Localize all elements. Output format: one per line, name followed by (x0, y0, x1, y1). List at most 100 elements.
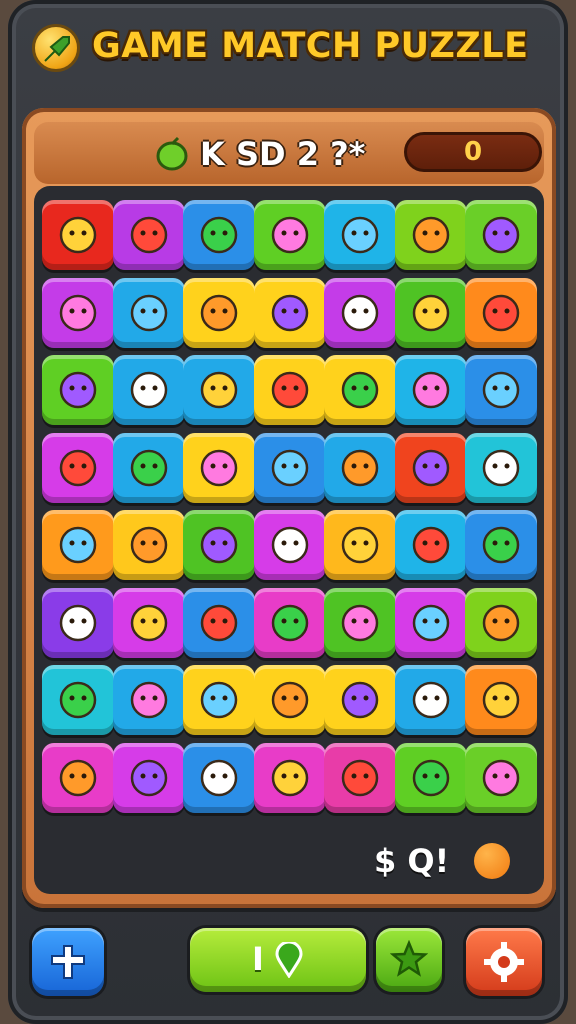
red-drop-icon (59, 759, 97, 796)
arrow-gem-icon (412, 449, 449, 486)
tile[interactable] (253, 742, 326, 813)
tile[interactable] (465, 432, 537, 503)
tile[interactable] (112, 510, 185, 580)
play-button-label: I (252, 940, 264, 978)
tile[interactable] (324, 587, 396, 658)
leaf-icon (156, 136, 188, 171)
cat-face-icon (59, 371, 97, 409)
tile[interactable] (183, 355, 255, 425)
purple-blob-icon (271, 371, 308, 409)
chat-bubble-icon (271, 526, 308, 564)
tile[interactable] (42, 355, 114, 425)
tile[interactable] (183, 432, 255, 503)
header: GAME MATCH PUZZLE (28, 18, 548, 78)
tile[interactable] (183, 277, 255, 348)
triangle-gem-icon (412, 294, 449, 331)
teal-drop-icon (59, 604, 97, 641)
cross-plus-icon (51, 945, 85, 979)
tile[interactable] (183, 665, 255, 735)
tile[interactable] (465, 355, 537, 425)
pepper-icon (341, 604, 379, 641)
bubble-icon (271, 294, 308, 331)
flame-icon (482, 294, 520, 331)
tile[interactable] (253, 277, 326, 348)
hedgehog-icon (482, 216, 520, 254)
tile[interactable] (183, 510, 255, 580)
piece-button[interactable] (32, 928, 104, 996)
tile[interactable] (394, 665, 467, 735)
settings-button[interactable] (466, 928, 542, 996)
tile[interactable] (42, 200, 114, 270)
potion-icon (200, 294, 238, 331)
tile[interactable] (394, 742, 467, 813)
tile[interactable] (42, 587, 114, 658)
tile[interactable] (324, 665, 396, 735)
tile[interactable] (112, 587, 185, 658)
tile[interactable] (42, 277, 114, 348)
pizza-slice-icon (412, 371, 449, 409)
heart-fruit-icon (341, 449, 379, 486)
tile[interactable] (112, 355, 185, 425)
tile[interactable] (465, 742, 537, 813)
tube-icon (59, 294, 97, 331)
orange-face-icon (341, 216, 379, 254)
leaf-gem-icon (341, 371, 379, 409)
tile[interactable] (253, 665, 326, 735)
tile[interactable] (112, 200, 185, 270)
peas-icon (271, 449, 308, 486)
blue-star-icon (412, 681, 449, 719)
heart-icon (130, 759, 167, 796)
tile[interactable] (324, 510, 396, 580)
blue-bubble-icon (271, 681, 308, 719)
tile[interactable] (183, 200, 255, 270)
tile[interactable] (253, 355, 326, 425)
tile[interactable] (324, 277, 396, 348)
crystal-icon (341, 681, 379, 719)
pig-face-icon (59, 681, 97, 719)
tile[interactable] (42, 432, 114, 503)
smiley-icon (130, 216, 167, 254)
seven-icon (59, 216, 97, 254)
tile-grid (34, 186, 544, 894)
star-button[interactable] (376, 928, 442, 992)
tile[interactable] (183, 587, 255, 658)
tile[interactable] (253, 510, 326, 580)
leaf-icon (200, 526, 238, 564)
tile[interactable] (394, 432, 467, 503)
tile[interactable] (42, 665, 114, 735)
rocket-icon (482, 681, 520, 719)
tile[interactable] (465, 510, 537, 580)
tile[interactable] (465, 277, 537, 348)
tile[interactable] (465, 665, 537, 735)
tile[interactable] (394, 277, 467, 348)
cookie-icon (482, 759, 520, 796)
tile[interactable] (324, 355, 396, 425)
tile[interactable] (394, 200, 467, 270)
skull-face-icon (412, 759, 449, 796)
tile[interactable] (253, 432, 326, 503)
tile[interactable] (324, 432, 396, 503)
tile[interactable] (253, 587, 326, 658)
tile[interactable] (253, 200, 326, 270)
tile[interactable] (324, 742, 396, 813)
tile[interactable] (465, 587, 537, 658)
peas-icon (271, 759, 308, 796)
tile[interactable] (112, 665, 185, 735)
tile[interactable] (112, 742, 185, 813)
tile[interactable] (112, 432, 185, 503)
ice-cream-icon (412, 604, 449, 641)
tile[interactable] (394, 510, 467, 580)
status-bar: K SD 2 ?* 0 (34, 122, 544, 184)
bottle-icon (482, 604, 520, 641)
tile[interactable] (324, 200, 396, 270)
tile[interactable] (42, 510, 114, 580)
lemon-icon (412, 216, 449, 254)
tile[interactable] (42, 742, 114, 813)
tile[interactable] (394, 355, 467, 425)
tile[interactable] (183, 742, 255, 813)
tile[interactable] (465, 200, 537, 270)
logo-icon (32, 24, 80, 72)
tile[interactable] (394, 587, 467, 658)
play-button[interactable]: I (190, 928, 366, 992)
tile[interactable] (112, 277, 185, 348)
